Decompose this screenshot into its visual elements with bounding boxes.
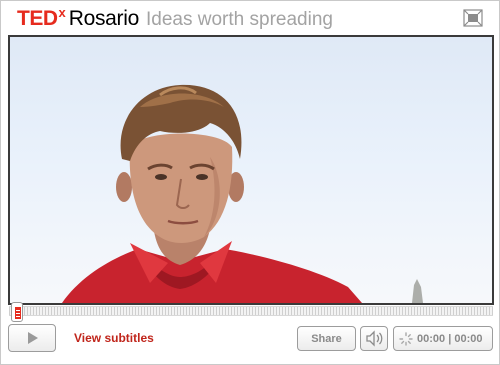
speaker-icon [366, 330, 383, 347]
ted-wordmark: TED [17, 7, 58, 30]
play-icon [28, 332, 38, 344]
time-readout: 00:00 | 00:00 [417, 333, 482, 345]
tagline: Ideas worth spreading [146, 9, 333, 30]
player-header: TED x Rosario Ideas worth spreading [1, 1, 499, 35]
time-elapsed: 00:00 [417, 332, 446, 345]
share-button[interactable]: Share [297, 326, 356, 351]
progress-track[interactable] [9, 306, 493, 316]
fullscreen-icon[interactable] [463, 9, 483, 27]
brand-logo: TED x Rosario Ideas worth spreading [17, 5, 333, 31]
view-subtitles-link[interactable]: View subtitles [74, 331, 154, 345]
time-total: 00:00 [454, 332, 483, 345]
play-button[interactable] [8, 324, 56, 352]
progress-handle[interactable] [11, 302, 23, 322]
video-frame[interactable] [8, 35, 494, 305]
time-display: 00:00 | 00:00 [393, 326, 493, 351]
video-player: TED x Rosario Ideas worth spreading View… [0, 0, 500, 365]
volume-button[interactable] [360, 326, 388, 351]
ted-x-superscript: x [58, 5, 66, 20]
loading-clock-icon [399, 331, 413, 346]
handle-grip [15, 307, 21, 319]
event-name: Rosario [68, 7, 140, 30]
speaker-video-still [62, 84, 423, 303]
time-separator: | [448, 332, 452, 345]
